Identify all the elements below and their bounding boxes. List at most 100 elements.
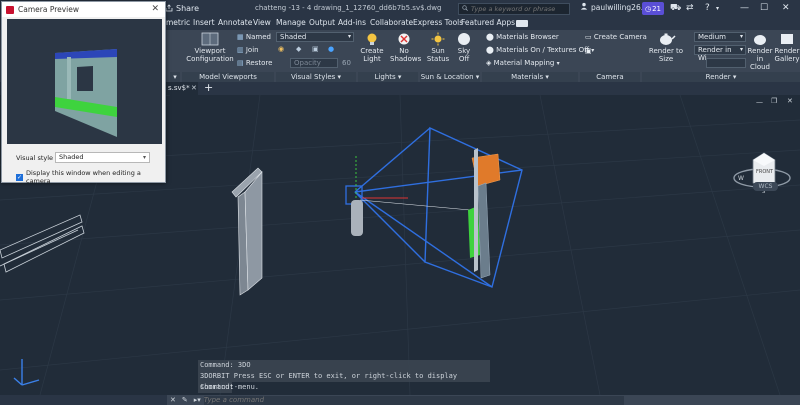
panel-label-sun-location[interactable]: Sun & Location ▾ (420, 72, 480, 82)
viewport-minimize-icon[interactable]: — (756, 98, 763, 106)
share-button[interactable]: Share (165, 2, 199, 15)
sphere-style-icon[interactable]: ● (328, 45, 334, 53)
tab-output[interactable]: Output (309, 18, 335, 27)
search-input[interactable] (471, 5, 566, 13)
user-icon (580, 2, 588, 12)
tab-featured-apps[interactable]: Featured Apps (461, 18, 515, 27)
panel-label-materials[interactable]: Materials ▾ (482, 72, 578, 82)
create-light-button[interactable]: Create Light (358, 32, 386, 63)
new-tab-button[interactable]: + (204, 81, 213, 94)
sun-style-icon[interactable]: ◉ (278, 45, 284, 53)
notifications-button[interactable]: ◷ 21 (642, 2, 664, 15)
document-tab-label: s.sv$* (168, 84, 190, 92)
help-chevron-icon[interactable]: ▾ (716, 5, 719, 12)
viewcube[interactable]: W S FRONT (728, 115, 792, 215)
material-mapping-label: Material Mapping (493, 59, 555, 67)
opacity-label: Opacity (294, 59, 321, 67)
create-camera-button[interactable]: ▭ Create Camera (585, 33, 647, 41)
panel-label-lights[interactable]: Lights ▾ (358, 72, 418, 82)
join-button[interactable]: ▥ Join (237, 46, 259, 54)
materials-on-button[interactable]: ⬤ Materials On / Textures Off ▾ (486, 46, 594, 54)
command-input[interactable] (203, 395, 624, 405)
minimize-icon[interactable]: — (740, 3, 749, 13)
tab-parametric[interactable]: metric (166, 18, 190, 27)
tab-view[interactable]: View (253, 18, 271, 27)
restore-button[interactable]: ▤ Restore (237, 59, 272, 67)
clock-icon: ◷ (644, 4, 652, 13)
panel-label-camera[interactable]: Camera (580, 72, 640, 82)
chevron-down-icon: ▾ (732, 73, 737, 81)
sun-location-panel-text: Sun & Location (420, 73, 474, 81)
shape-style-icon[interactable]: ◆ (296, 45, 301, 53)
lights-panel-text: Lights (374, 73, 396, 81)
cart-icon[interactable]: ⛟ (670, 3, 681, 14)
viewcube-face-label[interactable]: FRONT (756, 169, 773, 175)
command-prompt-icon[interactable]: ▸▾ (194, 396, 201, 404)
materials-browser-label: Materials Browser (496, 33, 559, 41)
chevron-down-icon: ▾ (397, 73, 402, 81)
chevron-down-icon: ▾ (739, 46, 743, 53)
share-label: Share (176, 4, 200, 13)
render-in-cloud-button[interactable]: Render in Cloud (746, 32, 774, 71)
visual-style-value: Shaded (280, 33, 307, 41)
join-icon: ▥ (237, 46, 244, 54)
no-shadows-label: No Shadows (390, 47, 422, 63)
tab-add-ins[interactable]: Add-ins (338, 18, 366, 27)
render-in-select[interactable]: Render in Wi...▾ (694, 45, 746, 62)
display-window-option[interactable]: ✓ Display this window when editing a cam… (16, 169, 165, 185)
no-shadow-icon (398, 33, 410, 45)
materials-browser-button[interactable]: ⬤ Materials Browser (486, 33, 559, 41)
command-history: Command: 3DO 3DORBIT Press ESC or ENTER … (198, 360, 490, 393)
render-exposure-field[interactable] (706, 58, 746, 68)
tab-express-tools[interactable]: Express Tools (413, 18, 463, 27)
ribbon-options-icon[interactable] (516, 20, 528, 27)
visual-style-dropdown[interactable]: Shaded ▾ (55, 152, 150, 163)
command-history-line: Command: (198, 382, 234, 393)
teapot-icon (660, 33, 676, 45)
display-window-checkbox[interactable]: ✓ (16, 173, 23, 181)
wcs-menu[interactable]: WCS (753, 182, 778, 191)
material-mapping-button[interactable]: ◈ Material Mapping ▾ (486, 59, 560, 67)
cloud-teapot-icon (754, 35, 766, 45)
help-icon[interactable]: ? (705, 3, 710, 13)
notif-count: 21 (652, 4, 662, 13)
camera-view-icon[interactable]: ▣ (585, 47, 592, 55)
named-icon: ▦ (237, 33, 244, 41)
solid-style-icon[interactable]: ▣ (312, 45, 319, 53)
render-gallery-button[interactable]: Render Gallery (774, 32, 800, 63)
join-label: Join (245, 46, 259, 54)
render-quality-select[interactable]: Medium ▾ (694, 32, 746, 42)
sun-status-button[interactable]: Sun Status (424, 32, 452, 63)
maximize-icon[interactable]: ☐ (760, 3, 768, 13)
customize-icon[interactable]: ✎ (182, 396, 188, 404)
viewport-close-icon[interactable]: ✕ (787, 97, 793, 105)
no-shadows-button[interactable]: No Shadows (390, 32, 422, 63)
document-title: chatteng -13 - 4 drawing_1_12760_dd6b7b5… (255, 4, 442, 12)
apps-icon[interactable]: ⇄ (686, 3, 694, 13)
tab-close-icon[interactable]: ✕ (191, 84, 197, 92)
panel-label-model-viewports[interactable]: Model Viewports (182, 72, 274, 82)
render-to-size-button[interactable]: Render to Size (642, 32, 690, 63)
chevron-down-icon: ▾ (545, 73, 549, 81)
search-icon (462, 4, 468, 14)
tab-annotate[interactable]: Annotate (218, 18, 252, 27)
panel-label-visual-styles[interactable]: Visual Styles ▾ (276, 72, 356, 82)
sky-off-button[interactable]: Sky Off (452, 32, 476, 63)
tab-manage[interactable]: Manage (276, 18, 306, 27)
named-button[interactable]: ▦ Named (237, 33, 271, 41)
opacity-value: 60 (342, 59, 351, 67)
viewport-configuration-button[interactable]: Viewport Configuration (186, 32, 234, 63)
close-icon[interactable]: ✕ (151, 4, 159, 14)
close-command-icon[interactable]: ✕ (170, 396, 176, 404)
camera-glyph[interactable] (345, 156, 471, 236)
camera-preview-titlebar[interactable]: Camera Preview (2, 2, 165, 17)
chevron-down-icon: ▾ (337, 73, 342, 81)
viewport-restore-icon[interactable]: ❐ (771, 97, 777, 105)
opacity-field[interactable]: Opacity (290, 58, 338, 68)
tab-collaborate[interactable]: Collaborate (370, 18, 413, 27)
search-box[interactable] (458, 3, 570, 15)
panel-label-render[interactable]: Render ▾ (642, 72, 800, 82)
close-icon[interactable]: ✕ (782, 3, 790, 13)
tab-insert[interactable]: Insert (193, 18, 215, 27)
visual-style-select[interactable]: Shaded ▾ (276, 32, 354, 42)
